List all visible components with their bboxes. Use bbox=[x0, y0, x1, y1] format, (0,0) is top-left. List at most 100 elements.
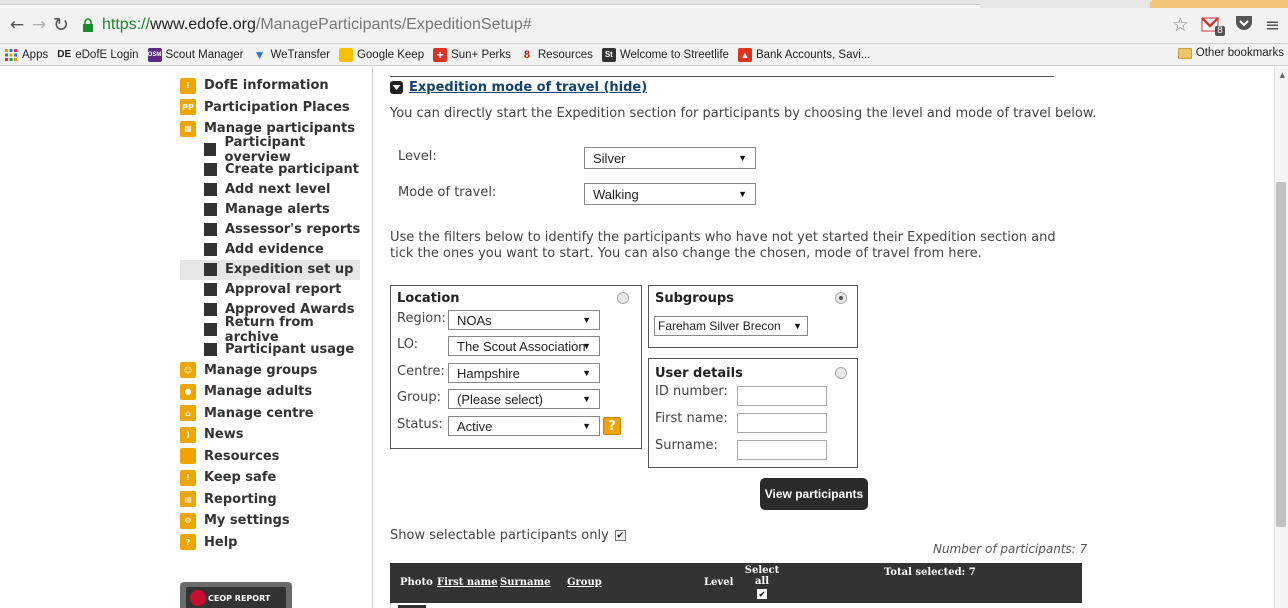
settings-icon: ⚙ bbox=[180, 512, 196, 529]
bookmark-bank-accounts[interactable]: ▲ Bank Accounts, Savi... bbox=[737, 47, 871, 62]
col-surname[interactable]: Surname bbox=[500, 577, 550, 588]
surname-input[interactable] bbox=[737, 440, 827, 460]
bookmark-streetlife[interactable]: St Welcome to Streetlife bbox=[601, 47, 729, 62]
lo-select[interactable]: The Scout Association ▼ bbox=[448, 336, 600, 356]
centre-select[interactable]: Hampshire ▼ bbox=[448, 363, 600, 383]
status-value: Active bbox=[457, 418, 493, 434]
status-select[interactable]: Active ▼ bbox=[448, 416, 600, 436]
people-grid-icon: ▦ bbox=[180, 120, 196, 137]
filter-instructions: Use the filters below to identify the pa… bbox=[390, 230, 1056, 261]
show-selectable-toggle[interactable]: Show selectable participants only ✔ bbox=[390, 528, 626, 543]
bookmark-apps[interactable]: Apps bbox=[4, 48, 48, 62]
square-bullet-icon bbox=[204, 343, 217, 356]
sidebar-divider bbox=[372, 67, 373, 608]
sidebar-item-manage-adults[interactable]: ● Manage adults bbox=[180, 381, 370, 403]
status-help-icon[interactable]: ? bbox=[603, 417, 621, 435]
bookmark-edofe-login[interactable]: DE eDofE Login bbox=[57, 48, 138, 62]
subgroups-title: Subgroups bbox=[655, 291, 734, 306]
bank-logo-icon: ▲ bbox=[737, 47, 752, 62]
address-bar[interactable]: https:// www.edofe.org /ManageParticipan… bbox=[80, 12, 1170, 38]
active-tab[interactable] bbox=[0, 4, 980, 8]
bookmark-scout-manager[interactable]: OSM Scout Manager bbox=[147, 47, 244, 62]
col-first-name[interactable]: First name bbox=[437, 577, 498, 588]
other-bookmarks[interactable]: Other bookmarks bbox=[1177, 47, 1284, 59]
expedition-mode-toggle[interactable]: Expedition mode of travel (hide) bbox=[390, 80, 647, 95]
show-selectable-checkbox[interactable]: ✔ bbox=[614, 530, 626, 541]
sidebar-item-keep-safe[interactable]: ! Keep safe bbox=[180, 467, 370, 489]
sidebar-sub-assessors-reports[interactable]: Assessor's reports bbox=[180, 220, 370, 240]
select-all-checkbox[interactable]: ✔ bbox=[757, 589, 767, 599]
bookmark-resources[interactable]: 8 Resources bbox=[520, 48, 593, 62]
subgroup-select[interactable]: Fareham Silver Brecon ▼ bbox=[654, 316, 808, 336]
sidebar-sub-manage-alerts[interactable]: Manage alerts bbox=[180, 200, 370, 220]
sidebar-item-label: Participation Places bbox=[204, 99, 350, 115]
scrollbar-thumb[interactable] bbox=[1276, 182, 1286, 527]
back-arrow-icon[interactable]: ← bbox=[6, 14, 28, 36]
square-bullet-icon bbox=[204, 283, 217, 296]
status-label: Status: bbox=[397, 417, 443, 432]
forward-arrow-icon[interactable]: → bbox=[28, 14, 50, 36]
id-number-input[interactable] bbox=[737, 386, 827, 406]
first-name-input[interactable] bbox=[737, 413, 827, 433]
sidebar-item-participation-places[interactable]: PP Participation Places bbox=[180, 97, 370, 119]
sidebar-item-label: Resources bbox=[204, 448, 280, 464]
group-select[interactable]: (Please select) ▼ bbox=[448, 389, 600, 409]
user-details-radio[interactable] bbox=[835, 367, 847, 379]
ceop-report-button[interactable]: CEOP REPORT bbox=[180, 582, 292, 608]
bookmark-wetransfer[interactable]: ▼ WeTransfer bbox=[253, 48, 330, 62]
ceop-badge: CEOP REPORT bbox=[186, 587, 286, 608]
group-label: Group: bbox=[397, 390, 441, 405]
tab-highlight[interactable] bbox=[1150, 0, 1288, 8]
region-select[interactable]: NOAs ▼ bbox=[448, 310, 600, 330]
sidebar-sub-label: Return from archive bbox=[224, 314, 314, 345]
bookmark-label: WeTransfer bbox=[270, 48, 330, 61]
bookmark-sun-perks[interactable]: + Sun+ Perks bbox=[433, 47, 511, 62]
sidebar-sub-approval-report[interactable]: Approval report bbox=[180, 280, 370, 300]
sidebar-sub-expedition-set-up[interactable]: Expedition set up bbox=[180, 259, 360, 280]
sidebar-sub-participant-usage[interactable]: Participant usage bbox=[180, 340, 370, 360]
sidebar-sub-participant-overview[interactable]: Participant overview bbox=[180, 135, 370, 165]
page-content: i DofE information PP Participation Plac… bbox=[0, 67, 1288, 608]
sidebar-item-manage-groups[interactable]: ☺ Manage groups bbox=[180, 360, 370, 382]
sidebar-item-manage-centre[interactable]: ⌂ Manage centre bbox=[180, 403, 370, 425]
sidebar-sub-return-from-archive[interactable]: Return from archive bbox=[180, 315, 370, 345]
sidebar-item-news[interactable]: ) News bbox=[180, 424, 370, 446]
sidebar-sub-add-evidence[interactable]: Add evidence bbox=[180, 240, 370, 260]
sidebar-sub-label: Expedition set up bbox=[225, 262, 354, 277]
sidebar-item-help[interactable]: ? Help bbox=[180, 532, 370, 554]
sidebar-item-my-settings[interactable]: ⚙ My settings bbox=[180, 510, 370, 532]
sidebar-item-label: Manage centre bbox=[204, 405, 314, 421]
sidebar-item-dofe-information[interactable]: i DofE information bbox=[180, 75, 370, 97]
pocket-icon[interactable] bbox=[1235, 15, 1253, 35]
bookmark-label: Welcome to Streetlife bbox=[619, 48, 729, 61]
user-details-title: User details bbox=[655, 366, 743, 381]
dropdown-arrow-icon: ▼ bbox=[582, 315, 591, 325]
gmail-extension-icon[interactable]: 8 bbox=[1201, 16, 1225, 36]
scrollbar[interactable]: ▲ bbox=[1274, 67, 1288, 608]
sidebar-sub-label: Add next level bbox=[225, 182, 331, 197]
dropdown-arrow-icon: ▼ bbox=[582, 394, 591, 404]
level-select[interactable]: Silver ▼ bbox=[584, 147, 756, 169]
mode-of-travel-select[interactable]: Walking ▼ bbox=[584, 183, 756, 205]
sidebar-item-reporting[interactable]: ▤ Reporting bbox=[180, 489, 370, 511]
bookmark-label: eDofE Login bbox=[75, 48, 139, 61]
sidebar-sub-add-next-level[interactable]: Add next level bbox=[180, 180, 370, 200]
menu-icon[interactable]: ≡ bbox=[1265, 15, 1280, 36]
location-radio[interactable] bbox=[617, 292, 629, 304]
star-bookmark-icon[interactable]: ☆ bbox=[1172, 14, 1189, 36]
col-group[interactable]: Group bbox=[567, 577, 602, 588]
reload-icon[interactable]: ↻ bbox=[50, 14, 72, 36]
osm-logo-icon: OSM bbox=[147, 47, 162, 62]
view-participants-button[interactable]: View participants bbox=[760, 478, 868, 510]
subgroups-radio[interactable] bbox=[835, 292, 847, 304]
bookmark-google-keep[interactable]: Google Keep bbox=[338, 47, 424, 62]
scroll-up-arrow-icon[interactable]: ▲ bbox=[1280, 71, 1285, 79]
region-value: NOAs bbox=[457, 312, 492, 328]
sidebar-item-resources[interactable]: Resources bbox=[180, 446, 370, 468]
keep-safe-icon: ! bbox=[180, 469, 196, 486]
bookmark-label: Bank Accounts, Savi... bbox=[755, 48, 871, 61]
select-all-label: Select all bbox=[744, 565, 780, 587]
rss-icon: ) bbox=[180, 426, 196, 443]
sidebar-sub-create-participant[interactable]: Create participant bbox=[180, 160, 370, 180]
surname-label: Surname: bbox=[655, 438, 718, 453]
